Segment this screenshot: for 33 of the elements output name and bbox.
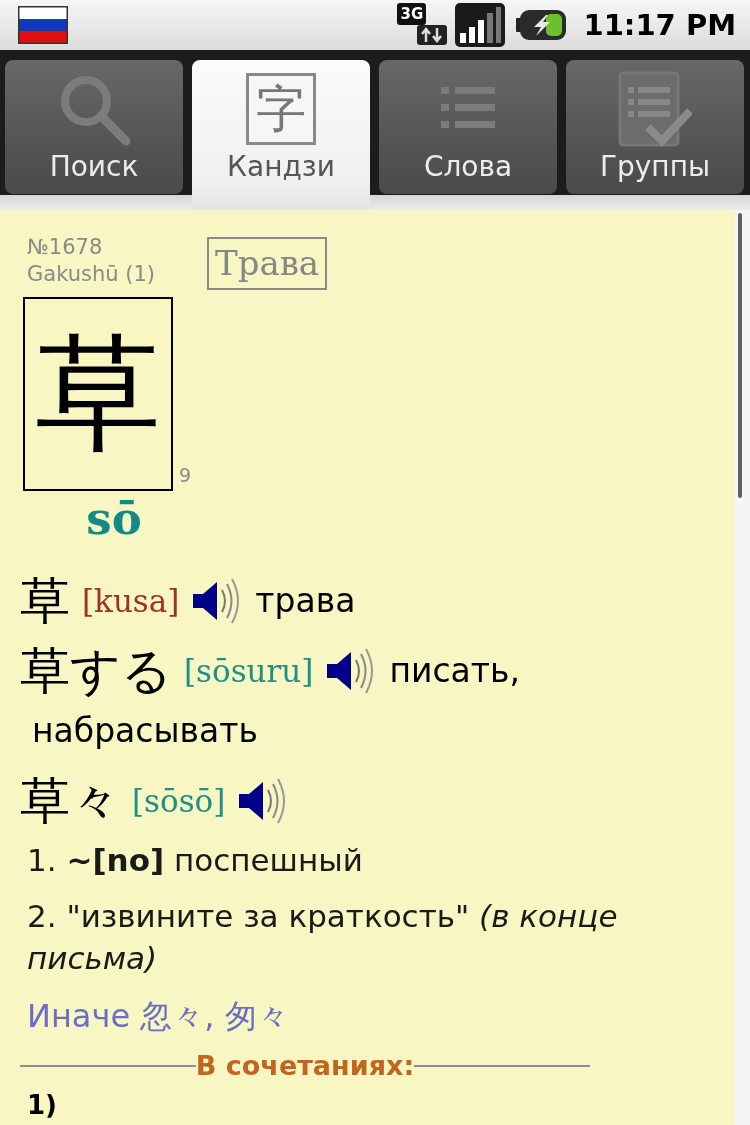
kanji-character-icon: 字 [246, 73, 316, 145]
list-icon [441, 87, 495, 131]
word: 草 [20, 571, 70, 631]
stroke-count: 9 [179, 463, 192, 487]
tab[interactable]: 字 Кандзи [192, 60, 370, 210]
section-heading: В сочетаниях: [195, 1049, 415, 1083]
battery-charging-icon [516, 10, 567, 40]
word-reading: [sōsō] [132, 782, 226, 821]
tab[interactable]: Поиск [5, 60, 183, 194]
kanji-meaning: Трава [207, 237, 328, 290]
word-sense: 2. "извините за краткость" (в конце письма) [27, 897, 619, 978]
tab[interactable]: Группы [566, 60, 744, 194]
word-reading: [sōsuru] [184, 652, 314, 691]
combination-item: 1) [27, 1090, 58, 1120]
kanji-character: 草 [23, 297, 173, 491]
word-sense: 1. ~[no] поспешный [27, 841, 364, 880]
word: 草々 [20, 771, 120, 831]
word-reading: [kusa] [82, 582, 180, 621]
word-translation: набрасывать [32, 710, 258, 752]
network-type-badge: 3G [397, 3, 427, 25]
checklist-icon [618, 71, 692, 147]
kanji-number: №1678 [27, 234, 104, 261]
clock-time: 11:17 PM [583, 10, 736, 40]
word-translation: трава [255, 580, 356, 622]
tab[interactable]: Слова [379, 60, 557, 194]
kanji-reading: sō [86, 491, 142, 547]
variant-spellings: Иначе 忽々, 匆々 [26, 996, 290, 1037]
signal-icon [455, 3, 506, 47]
kanji-grade: Gakushū (1) [27, 261, 156, 288]
flag-icon [18, 6, 68, 44]
data-transfer-icon [417, 25, 448, 45]
word-translation: писать, [389, 650, 520, 692]
word: 草する [20, 641, 172, 701]
